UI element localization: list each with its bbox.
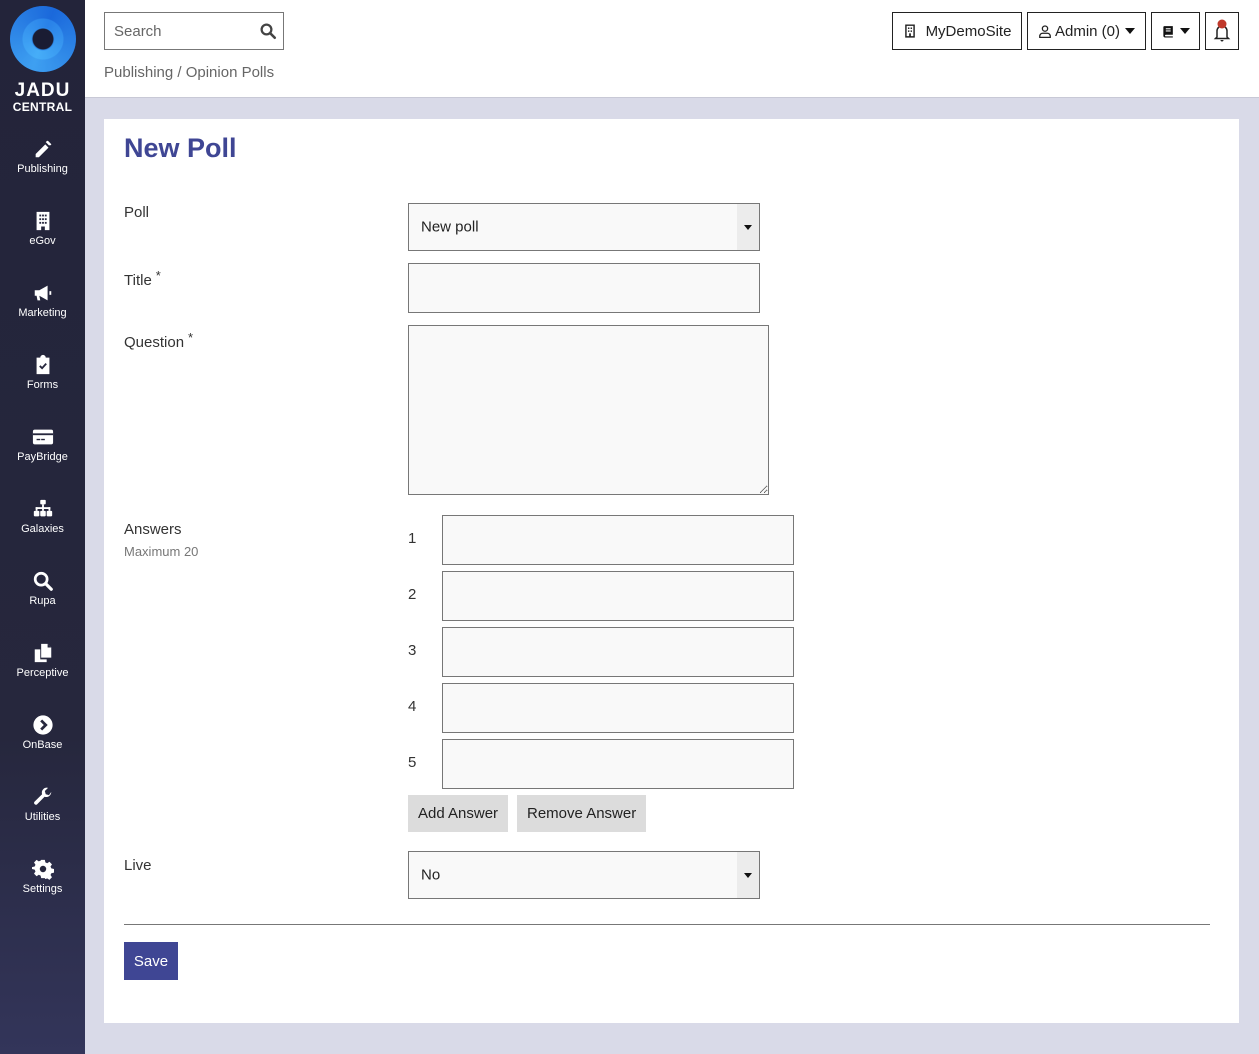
sidebar-item-label: Publishing [17, 163, 68, 175]
sidebar-item-label: Perceptive [16, 667, 69, 679]
sidebar-item-label: eGov [29, 235, 56, 247]
book-icon [1162, 25, 1173, 37]
sidebar-item-label: Settings [22, 883, 63, 895]
user-menu-button[interactable]: Admin (0) [1027, 12, 1146, 50]
poll-label: Poll [124, 204, 150, 221]
answer-number: 3 [408, 642, 417, 659]
answer-field [442, 683, 794, 733]
question-textarea[interactable] [409, 326, 768, 494]
sidebar-item-utilities[interactable]: Utilities [0, 786, 85, 842]
search-icon [33, 571, 53, 591]
sidebar-item-forms[interactable]: Forms [0, 354, 85, 410]
help-menu-button[interactable] [1151, 12, 1200, 50]
poll-select-value: New poll [421, 218, 479, 236]
answers-hint: Maximum 20 [124, 544, 199, 559]
sidebar-item-label: PayBridge [17, 451, 68, 463]
brand-name: JADU [14, 80, 71, 101]
sidebar-item-marketing[interactable]: Marketing [0, 282, 85, 338]
answer-field [442, 739, 794, 789]
gear-icon [31, 859, 54, 880]
sidebar-item-label: Marketing [18, 307, 67, 319]
search-input[interactable] [105, 13, 245, 49]
answer-input-2[interactable] [443, 572, 793, 620]
clipboard-check-icon [36, 354, 49, 375]
megaphone-icon [34, 285, 51, 301]
chevron-down-icon [737, 204, 759, 250]
question-field [408, 325, 769, 495]
notifications-button[interactable] [1205, 12, 1239, 50]
save-button[interactable]: Save [124, 942, 178, 980]
top-header: Publishing / Opinion Polls MyDemoSite Ad… [85, 0, 1259, 98]
search-box [104, 12, 284, 50]
sidebar-item-label: Forms [26, 379, 59, 391]
answer-input-4[interactable] [443, 684, 793, 732]
notification-badge [1217, 19, 1227, 29]
chevron-down-icon [737, 852, 759, 898]
question-label: Question * [124, 330, 194, 351]
chevron-circle-right-icon [32, 715, 53, 735]
brand-subtitle: CENTRAL [12, 100, 73, 114]
sidebar-item-galaxies[interactable]: Galaxies [0, 498, 85, 554]
site-label: MyDemoSite [925, 22, 1012, 40]
breadcrumb: Publishing / Opinion Polls [104, 64, 275, 81]
title-field [408, 263, 760, 313]
answer-number: 4 [408, 698, 417, 715]
jadu-logo-icon[interactable] [10, 6, 76, 72]
poll-select[interactable]: New poll [408, 203, 760, 251]
chevron-down-icon [1125, 28, 1136, 34]
required-marker: * [155, 268, 161, 283]
sidebar-item-label: Rupa [29, 595, 56, 607]
answer-input-1[interactable] [443, 516, 793, 564]
answer-input-3[interactable] [443, 628, 793, 676]
live-select-value: No [421, 866, 441, 884]
sidebar: JADU CENTRAL Publishing eGov Marketing F… [0, 0, 85, 1054]
sitemap-icon [33, 499, 52, 517]
answers-label: Answers [124, 521, 182, 538]
divider [124, 924, 1210, 925]
user-icon [1039, 24, 1051, 38]
building-icon [36, 211, 49, 231]
sidebar-item-onbase[interactable]: OnBase [0, 714, 85, 770]
answer-number: 5 [408, 754, 417, 771]
title-input[interactable] [409, 264, 759, 312]
answer-input-5[interactable] [443, 740, 793, 788]
user-label: Admin (0) [1054, 22, 1121, 40]
page-title: New Poll [124, 133, 237, 163]
sidebar-item-label: Galaxies [21, 523, 64, 535]
site-selector-button[interactable]: MyDemoSite [892, 12, 1022, 50]
bell-icon [1213, 19, 1231, 42]
copy-icon [34, 643, 51, 663]
sidebar-item-egov[interactable]: eGov [0, 210, 85, 266]
chevron-down-icon [1179, 28, 1190, 34]
required-marker: * [188, 330, 194, 345]
search-icon[interactable] [259, 22, 277, 40]
building-icon [904, 24, 915, 38]
sidebar-item-label: OnBase [22, 739, 63, 751]
answer-field [442, 571, 794, 621]
answer-field [442, 515, 794, 565]
sidebar-item-rupa[interactable]: Rupa [0, 570, 85, 626]
live-label: Live [124, 857, 152, 874]
answer-number: 2 [408, 586, 417, 603]
sidebar-item-label: Utilities [24, 811, 61, 823]
pencil-icon [35, 140, 51, 158]
wrench-icon [33, 787, 51, 805]
sidebar-item-paybridge[interactable]: PayBridge [0, 426, 85, 482]
main-content: New Poll Poll New poll Title * Question * … [104, 119, 1239, 1023]
credit-card-icon [32, 429, 53, 445]
title-label: Title * [124, 268, 161, 289]
answer-field [442, 627, 794, 677]
answer-number: 1 [408, 530, 417, 547]
remove-answer-button[interactable]: Remove Answer [517, 795, 647, 832]
live-select[interactable]: No [408, 851, 760, 899]
sidebar-item-perceptive[interactable]: Perceptive [0, 642, 85, 698]
add-answer-button[interactable]: Add Answer [408, 795, 509, 832]
sidebar-item-settings[interactable]: Settings [0, 858, 85, 914]
sidebar-item-publishing[interactable]: Publishing [0, 138, 85, 194]
